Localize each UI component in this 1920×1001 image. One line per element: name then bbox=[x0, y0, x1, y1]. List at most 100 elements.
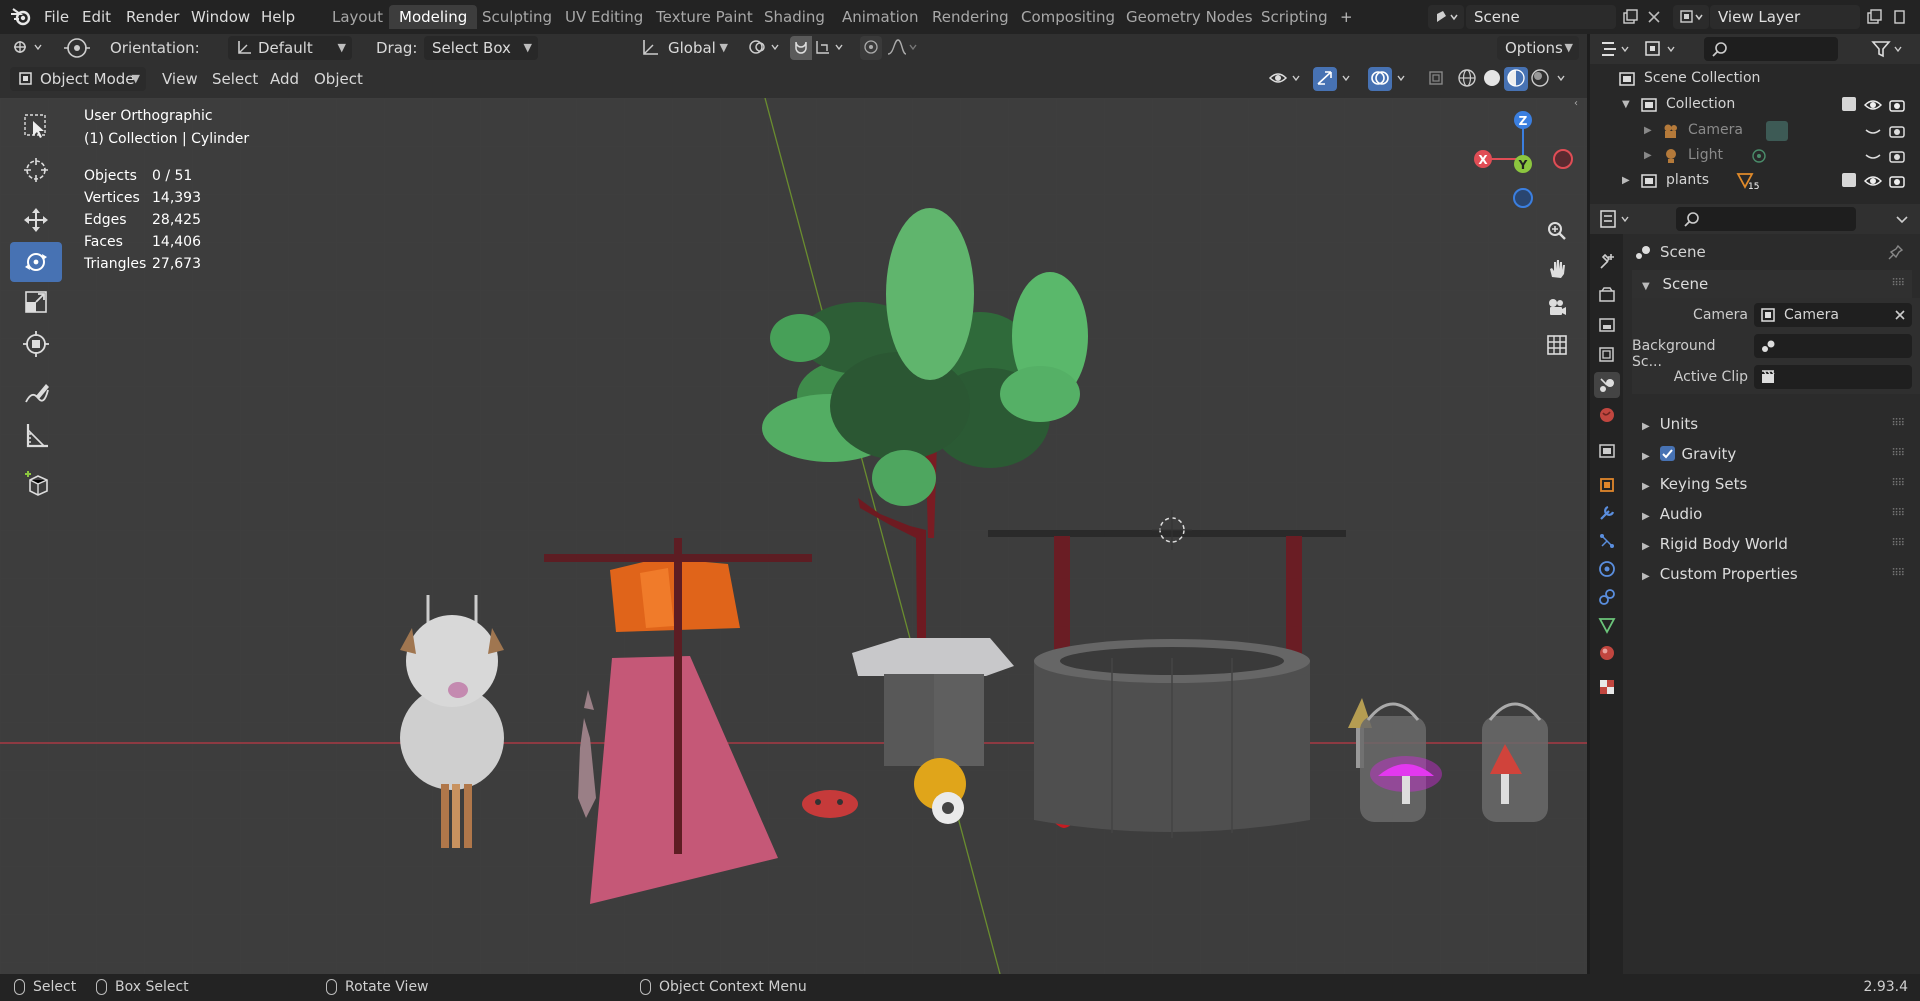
camera-view-icon[interactable] bbox=[1540, 290, 1574, 324]
new-view-layer-icon[interactable] bbox=[1861, 5, 1887, 29]
tab-compositing[interactable]: Compositing bbox=[1011, 5, 1125, 29]
cursor-tool[interactable] bbox=[10, 150, 62, 190]
tab-animation[interactable]: Animation bbox=[832, 5, 928, 29]
measure-tool[interactable] bbox=[10, 416, 62, 456]
rendered-shading-icon[interactable] bbox=[1528, 67, 1552, 91]
outliner-row-scene-collection[interactable]: Scene Collection bbox=[1590, 66, 1920, 91]
drag-dropdown[interactable]: Select Box ▼ bbox=[424, 36, 538, 60]
rigid-body-world-panel-header[interactable]: ▶ Rigid Body World ⠿⠿ bbox=[1632, 530, 1912, 558]
scene-render[interactable] bbox=[0, 98, 1587, 974]
material-preview-shading-icon[interactable] bbox=[1504, 67, 1528, 91]
editor-type-button[interactable] bbox=[10, 36, 48, 60]
view-layer-field[interactable]: View Layer bbox=[1710, 5, 1860, 29]
collection-tab-icon[interactable] bbox=[1594, 438, 1620, 464]
tab-layout[interactable]: Layout bbox=[322, 5, 393, 29]
tab-texture-paint[interactable]: Texture Paint bbox=[646, 5, 763, 29]
drag-grip-icon[interactable]: ⠿⠿ bbox=[1891, 470, 1905, 498]
scale-tool[interactable] bbox=[10, 282, 62, 322]
light-data-icon[interactable] bbox=[1750, 147, 1768, 165]
outliner-editor-type-icon[interactable] bbox=[1598, 37, 1636, 61]
pin-icon[interactable] bbox=[1888, 244, 1904, 260]
pivot-point-icon[interactable] bbox=[744, 36, 784, 60]
drag-grip-icon[interactable]: ⠿⠿ bbox=[1891, 410, 1905, 438]
object-tab-icon[interactable] bbox=[1594, 472, 1620, 498]
shading-dropdown-icon[interactable] bbox=[1553, 67, 1573, 91]
expand-right-icon[interactable]: ▶ bbox=[1644, 118, 1652, 143]
render-camera-icon[interactable] bbox=[1888, 122, 1906, 140]
move-tool[interactable] bbox=[10, 200, 62, 240]
texture-tab-icon[interactable] bbox=[1594, 674, 1620, 700]
menu-select[interactable]: Select bbox=[212, 67, 258, 91]
view-layer-browse-button[interactable] bbox=[1673, 5, 1709, 29]
mode-dropdown[interactable]: Object Mode ▼ bbox=[10, 67, 146, 91]
add-workspace-button[interactable]: + bbox=[1330, 5, 1363, 29]
render-tab-icon[interactable] bbox=[1594, 282, 1620, 308]
background-scene-field[interactable] bbox=[1754, 334, 1912, 358]
drag-grip-icon[interactable]: ⠿⠿ bbox=[1891, 500, 1905, 528]
options-dropdown[interactable]: Options ▼ bbox=[1497, 36, 1579, 60]
navigation-gizmo[interactable]: Z X Y bbox=[1460, 102, 1580, 212]
orientation-dropdown[interactable]: Default ▼ bbox=[228, 36, 352, 60]
transform-pivot-icon[interactable] bbox=[62, 36, 92, 60]
camera-field[interactable]: Camera bbox=[1754, 303, 1912, 327]
expand-right-icon[interactable]: ▶ bbox=[1622, 168, 1630, 193]
audio-panel-header[interactable]: ▶ Audio ⠿⠿ bbox=[1632, 500, 1912, 528]
visibility-icon[interactable] bbox=[1268, 67, 1304, 91]
menu-file[interactable]: File bbox=[44, 0, 69, 34]
expand-right-icon[interactable]: ▶ bbox=[1644, 143, 1652, 168]
outliner-row-collection[interactable]: ▼ Collection bbox=[1590, 92, 1920, 117]
active-clip-field[interactable] bbox=[1754, 365, 1912, 389]
scene-field[interactable]: Scene bbox=[1466, 5, 1616, 29]
annotate-tool[interactable] bbox=[10, 374, 62, 414]
snap-target-icon[interactable] bbox=[814, 36, 850, 60]
solid-shading-icon[interactable] bbox=[1480, 67, 1504, 91]
3d-viewport[interactable]: User Orthographic (1) Collection | Cylin… bbox=[0, 98, 1587, 974]
outliner-search-input[interactable] bbox=[1704, 37, 1838, 61]
eye-icon[interactable] bbox=[1864, 172, 1882, 190]
add-cube-tool[interactable] bbox=[10, 464, 62, 504]
select-box-tool[interactable] bbox=[10, 106, 62, 146]
tab-scripting[interactable]: Scripting bbox=[1251, 5, 1338, 29]
particles-tab-icon[interactable] bbox=[1594, 528, 1620, 554]
overlays-dropdown-icon[interactable] bbox=[1393, 67, 1413, 91]
outliner-row-light[interactable]: ▶ Light bbox=[1590, 143, 1920, 168]
sidebar-toggle-icon[interactable]: ‹ bbox=[1574, 98, 1587, 116]
xray-toggle-icon[interactable] bbox=[1425, 67, 1449, 91]
gravity-checkbox[interactable] bbox=[1660, 446, 1676, 461]
drag-grip-icon[interactable]: ⠿⠿ bbox=[1891, 440, 1905, 468]
eye-closed-icon[interactable] bbox=[1864, 147, 1882, 165]
zoom-icon[interactable] bbox=[1540, 214, 1574, 248]
drag-grip-icon[interactable]: ⠿⠿ bbox=[1891, 560, 1905, 588]
tab-sculpting[interactable]: Sculpting bbox=[472, 5, 562, 29]
include-checkbox[interactable] bbox=[1842, 173, 1856, 187]
physics-tab-icon[interactable] bbox=[1594, 556, 1620, 582]
expand-down-icon[interactable]: ▼ bbox=[1622, 92, 1630, 117]
constraints-tab-icon[interactable] bbox=[1594, 584, 1620, 610]
menu-edit[interactable]: Edit bbox=[82, 0, 111, 34]
clear-icon[interactable] bbox=[1894, 309, 1906, 321]
material-tab-icon[interactable] bbox=[1594, 640, 1620, 666]
outliner-row-camera[interactable]: ▶ Camera bbox=[1590, 118, 1920, 143]
properties-editor-type-icon[interactable] bbox=[1598, 207, 1636, 231]
outliner-row-plants[interactable]: ▶ plants 15 bbox=[1590, 168, 1920, 193]
custom-properties-panel-header[interactable]: ▶ Custom Properties ⠿⠿ bbox=[1632, 560, 1912, 588]
gravity-panel-header[interactable]: ▶ Gravity ⠿⠿ bbox=[1632, 440, 1912, 468]
render-camera-icon[interactable] bbox=[1888, 172, 1906, 190]
delete-scene-icon[interactable] bbox=[1641, 5, 1667, 29]
gizmos-dropdown-icon[interactable] bbox=[1338, 67, 1358, 91]
view-layer-tab-icon[interactable] bbox=[1594, 342, 1620, 368]
scene-browse-button[interactable] bbox=[1428, 5, 1464, 29]
camera-data-icon[interactable] bbox=[1766, 121, 1788, 141]
properties-search-input[interactable] bbox=[1676, 207, 1856, 231]
properties-options-icon[interactable] bbox=[1890, 207, 1914, 231]
perspective-grid-icon[interactable] bbox=[1540, 328, 1574, 362]
blender-logo-icon[interactable] bbox=[10, 7, 32, 27]
world-tab-icon[interactable] bbox=[1594, 402, 1620, 428]
tool-tab-icon[interactable] bbox=[1594, 248, 1620, 274]
render-camera-icon[interactable] bbox=[1888, 96, 1906, 114]
include-checkbox[interactable] bbox=[1842, 97, 1856, 111]
menu-render[interactable]: Render bbox=[126, 0, 179, 34]
output-tab-icon[interactable] bbox=[1594, 312, 1620, 338]
overlays-toggle-icon[interactable] bbox=[1368, 67, 1392, 91]
rotate-tool[interactable] bbox=[10, 242, 62, 282]
